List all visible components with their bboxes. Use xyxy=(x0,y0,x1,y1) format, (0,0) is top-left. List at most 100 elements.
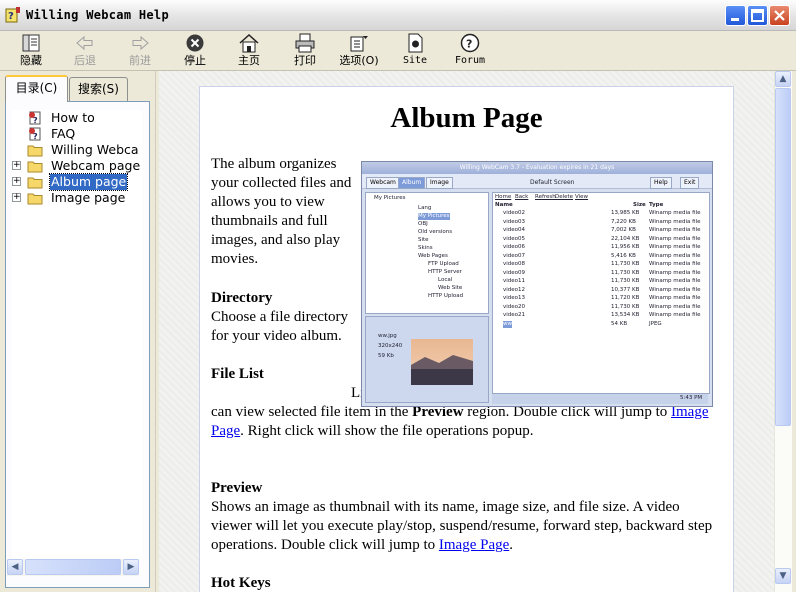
scroll-thumb[interactable] xyxy=(25,559,121,575)
tab-contents-label: 目录(C) xyxy=(15,81,58,95)
tab-contents[interactable]: 目录(C) xyxy=(5,75,68,102)
expand-icon[interactable]: + xyxy=(12,177,21,186)
section-heading: Hot Keys xyxy=(211,575,271,591)
hide-button[interactable]: 隐藏 xyxy=(6,33,56,69)
screenshot-file-cell: Winamp media file xyxy=(649,218,701,225)
scroll-right-button[interactable]: ▶ xyxy=(123,559,139,575)
screenshot-tab: Image xyxy=(426,177,453,189)
tree-item-album-page[interactable]: + Album page xyxy=(12,173,142,191)
scroll-left-button[interactable]: ◀ xyxy=(7,559,23,575)
tree-item-willing-webcam[interactable]: Willing Webca xyxy=(12,142,142,158)
screenshot-preview: ww.jpg 320x240 59 Kb xyxy=(365,316,489,403)
help-page-icon: ? xyxy=(29,111,41,125)
screenshot-preview-name: ww.jpg xyxy=(378,333,397,339)
screenshot-file-cell: video07 xyxy=(503,252,526,259)
title-bar[interactable]: ? Willing Webcam Help xyxy=(0,0,796,31)
forum-label: Forum xyxy=(454,55,486,66)
forum-button[interactable]: ? Forum xyxy=(445,33,495,69)
help-page-icon: ? xyxy=(29,127,41,141)
screenshot-statusbar: 5:43 PM xyxy=(492,394,708,404)
options-label: 选项(O) xyxy=(339,54,379,67)
screenshot-file-cell: Refresh xyxy=(535,194,556,200)
screenshot-tab: Album xyxy=(398,177,426,189)
section-body: Choose a file directory for your video a… xyxy=(211,309,349,344)
maximize-button[interactable] xyxy=(747,5,768,26)
contents-tree[interactable]: ? How to ? FAQ Willing Webca + Webcam pa… xyxy=(12,110,142,560)
screenshot-tree-item: Web Site xyxy=(438,285,463,291)
tree-item-label: FAQ xyxy=(51,126,76,141)
maximize-icon xyxy=(751,9,764,22)
scroll-thumb[interactable] xyxy=(775,88,791,426)
tab-search-label: 搜索(S) xyxy=(78,82,119,96)
tree-horizontal-scrollbar[interactable]: ◀ ▶ xyxy=(7,559,139,576)
close-button[interactable] xyxy=(769,5,790,26)
home-icon xyxy=(239,33,259,53)
screenshot-file-cell: video12 xyxy=(503,286,526,293)
svg-text:?: ? xyxy=(466,38,472,51)
screenshot-tree-item: My Pictures xyxy=(418,213,450,220)
tree-item-image-page[interactable]: + Image page xyxy=(12,190,142,206)
tree-item-label: How to xyxy=(51,110,95,125)
minimize-button[interactable] xyxy=(725,5,746,26)
screenshot-file-cell: 11,956 KB xyxy=(611,244,640,250)
screenshot-file-cell: Winamp media file xyxy=(649,303,701,310)
options-button[interactable]: 选项(O) xyxy=(334,33,384,69)
tree-item-label: Webcam page xyxy=(51,158,141,173)
home-label: 主页 xyxy=(238,54,260,67)
screenshot-button: Exit xyxy=(680,177,700,189)
section-heading: Directory xyxy=(211,290,273,306)
site-label: Site xyxy=(402,55,428,66)
screenshot-file-cell: ww xyxy=(503,320,512,328)
forward-label: 前进 xyxy=(129,54,151,67)
screenshot-button: Help xyxy=(650,177,672,189)
content-vertical-scrollbar[interactable]: ▲ ▼ xyxy=(774,71,792,592)
screenshot-file-cell: JPEG xyxy=(649,320,662,327)
sunset-thumbnail xyxy=(411,339,473,385)
screenshot-file-cell: Winamp media file xyxy=(649,227,701,233)
tab-search[interactable]: 搜索(S) xyxy=(69,77,128,101)
screenshot-file-cell: video11 xyxy=(503,278,526,284)
screenshot-file-cell: 13,534 KB xyxy=(611,312,640,318)
print-button[interactable]: 打印 xyxy=(280,33,330,69)
stop-icon xyxy=(186,34,204,52)
screenshot-tree-item: HTTP Upload xyxy=(428,293,464,299)
screenshot-folder: My Pictures xyxy=(374,195,406,201)
page-title: Album Page xyxy=(390,102,543,134)
print-label: 打印 xyxy=(294,54,316,67)
screenshot-tree-item: FTP Upload xyxy=(428,261,459,267)
screenshot-file-cell: video06 xyxy=(503,244,526,250)
site-button[interactable]: Site xyxy=(390,33,440,69)
section-heading: Preview xyxy=(211,480,263,496)
stop-button[interactable]: 停止 xyxy=(170,33,220,69)
forward-button[interactable]: 前进 xyxy=(115,33,165,69)
screenshot-file-cell: 5,416 KB xyxy=(611,252,636,259)
options-icon xyxy=(350,36,368,52)
toolbar: 隐藏 后退 前进 停止 主页 打印 选项(O) Site ? Forum xyxy=(0,31,796,71)
image-page-link[interactable]: Image Page xyxy=(439,537,509,553)
screenshot-file-cell: video09 xyxy=(503,269,526,276)
screenshot-file-cell: Winamp media file xyxy=(649,210,701,216)
scroll-down-button[interactable]: ▼ xyxy=(775,568,791,584)
screenshot-file-cell: View xyxy=(575,194,589,200)
screenshot-file-cell: 10,377 KB xyxy=(611,286,640,293)
help-app-icon: ? xyxy=(5,7,20,23)
expand-icon[interactable]: + xyxy=(12,161,21,170)
screenshot-file-cell: video02 xyxy=(503,210,526,216)
forum-icon: ? xyxy=(460,33,480,53)
tree-item-how-to[interactable]: ? How to xyxy=(12,110,142,126)
home-button[interactable]: 主页 xyxy=(224,33,274,69)
back-button[interactable]: 后退 xyxy=(60,33,110,69)
tree-item-label: Willing Webca xyxy=(51,142,139,157)
tree-item-webcam-page[interactable]: + Webcam page xyxy=(12,158,142,174)
tree-item-faq[interactable]: ? FAQ xyxy=(12,126,142,142)
screenshot-tree-item: Local xyxy=(438,277,453,283)
window-title: Willing Webcam Help xyxy=(26,8,169,22)
screenshot-file-cell: Home xyxy=(495,194,512,200)
expand-icon[interactable]: + xyxy=(12,193,21,202)
screenshot-tree-item: Web Pages xyxy=(418,253,448,259)
screenshot-file-cell: video21 xyxy=(503,312,526,318)
screenshot-screen-label: Default Screen xyxy=(530,179,575,186)
folder-icon xyxy=(27,193,43,205)
scroll-up-button[interactable]: ▲ xyxy=(775,71,791,87)
screenshot-file-cell: 7,220 KB xyxy=(611,218,636,225)
